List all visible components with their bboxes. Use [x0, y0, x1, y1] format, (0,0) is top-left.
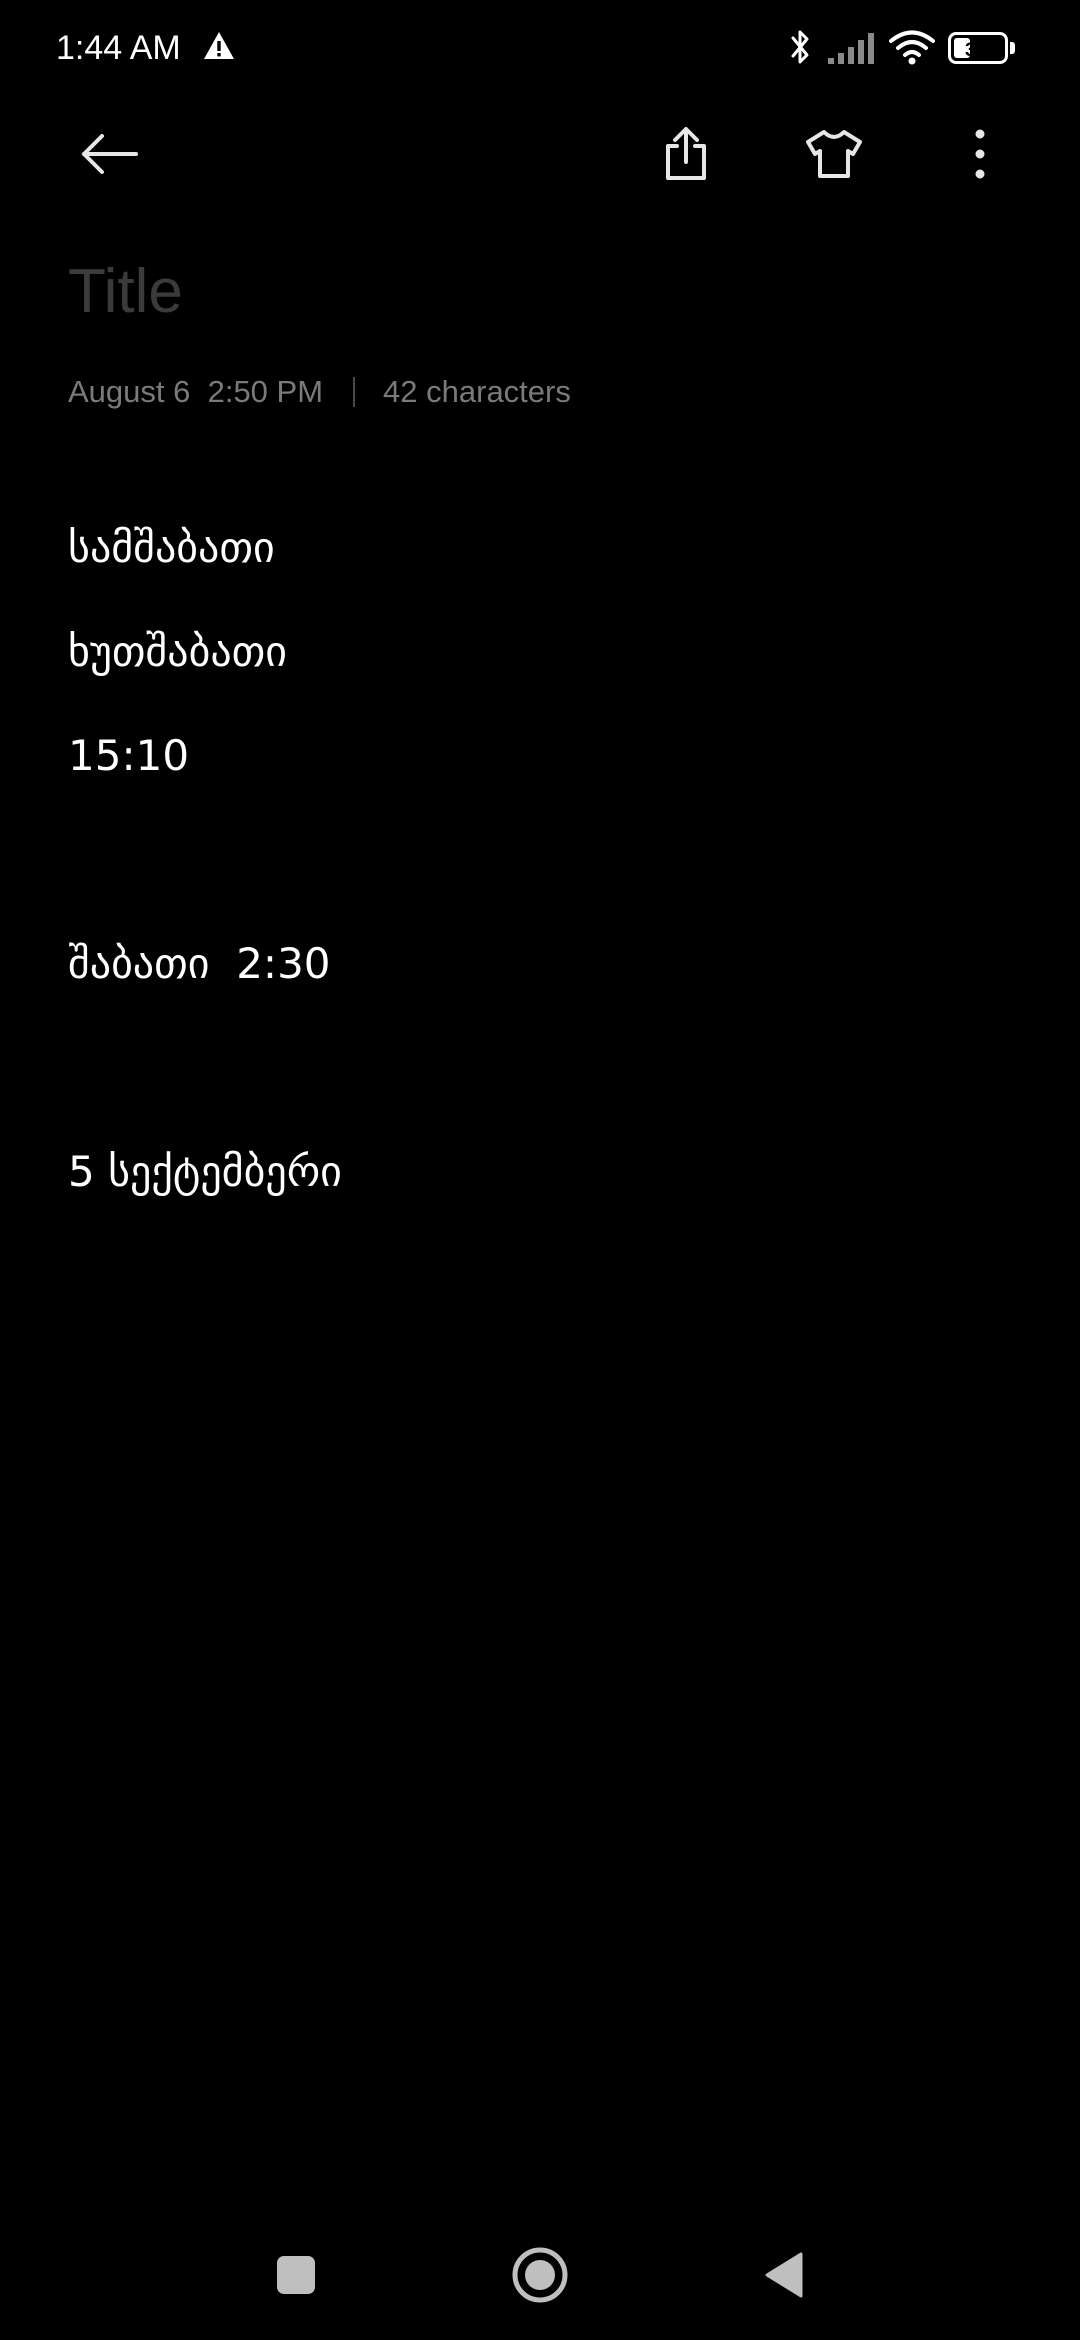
status-time: 1:44 AM: [56, 29, 181, 67]
system-back-button[interactable]: [739, 2230, 829, 2320]
note-line: 15:10: [68, 731, 190, 780]
note-line: შაბათი 2:30: [68, 939, 331, 988]
back-arrow-icon: [82, 134, 138, 174]
status-bar: 1:44 AM 33: [0, 0, 1080, 96]
home-button[interactable]: [495, 2230, 585, 2320]
note-body-editor[interactable]: სამშაბათი ხუთშაბათი 15:10 შაბათი 2:30 5 …: [68, 496, 1008, 1224]
note-meta: August 6 2:50 PM 42 characters: [68, 372, 571, 412]
note-title-input[interactable]: Title: [68, 250, 1008, 334]
wifi-icon: [889, 30, 935, 65]
bluetooth-icon: [791, 30, 809, 64]
note-char-count: 42 characters: [383, 374, 571, 409]
signal-icon: [828, 33, 874, 64]
note-line: სამშაბათი: [68, 523, 275, 572]
alert-icon: [204, 32, 234, 59]
app-bar: [0, 100, 1080, 210]
home-circle-icon: [512, 2247, 568, 2303]
note-line: ხუთშაბათი: [68, 627, 288, 676]
note-date: August 6 2:50 PM: [68, 374, 324, 409]
note-line: [68, 1016, 1008, 1120]
back-button[interactable]: [62, 106, 158, 202]
share-button[interactable]: [638, 106, 734, 202]
system-nav-bar: [0, 2220, 1080, 2330]
note-line: 5 სექტემბერი: [68, 1147, 342, 1196]
back-triangle-icon: [765, 2252, 803, 2298]
battery-icon: 33: [948, 32, 1018, 64]
note-line: [68, 808, 1008, 912]
more-vertical-icon: [975, 129, 985, 179]
more-options-button[interactable]: [932, 106, 1028, 202]
recents-button[interactable]: [251, 2230, 341, 2320]
battery-tip: [1010, 42, 1015, 54]
recents-square-icon: [277, 2256, 315, 2294]
battery-level: 33: [965, 40, 987, 61]
meta-divider: [353, 377, 356, 407]
theme-button[interactable]: [786, 106, 882, 202]
battery-body: 33: [948, 32, 1008, 64]
tshirt-theme-icon: [806, 130, 862, 178]
share-icon: [666, 127, 706, 180]
